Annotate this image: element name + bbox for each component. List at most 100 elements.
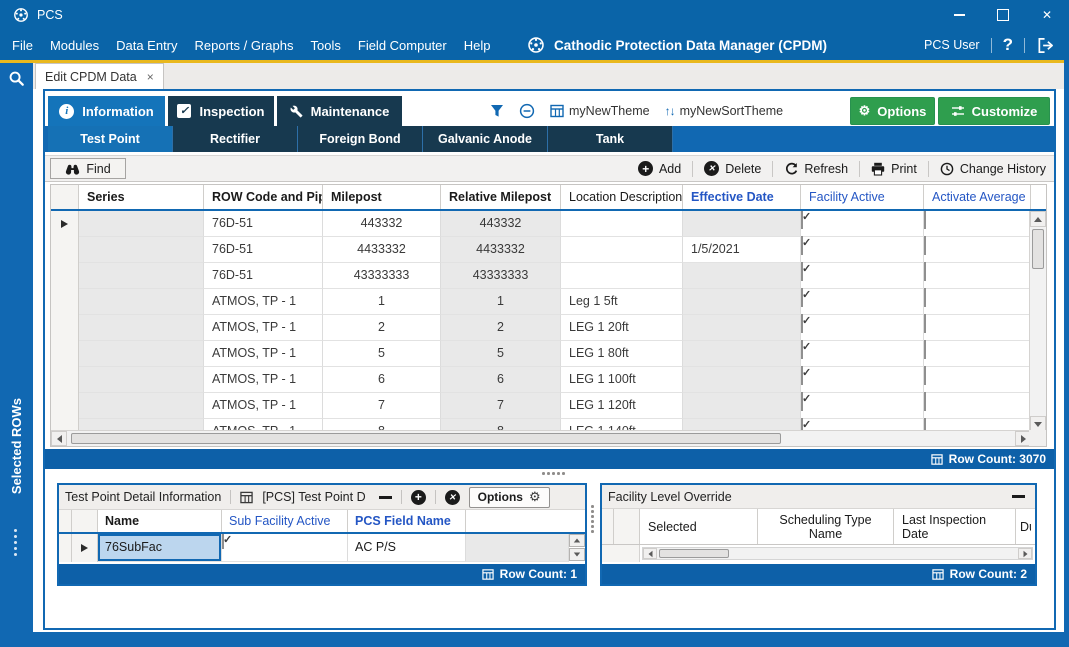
- cell-row-code[interactable]: ATMOS, TP - 1: [204, 341, 323, 367]
- cell-milepost[interactable]: 7: [323, 393, 441, 419]
- maximize-button[interactable]: [981, 0, 1025, 30]
- row-marker-cell[interactable]: [51, 341, 79, 367]
- cell-location[interactable]: LEG 1 120ft: [561, 393, 683, 419]
- facility-active-checkbox[interactable]: [801, 392, 803, 411]
- cell-location[interactable]: LEG 1 20ft: [561, 315, 683, 341]
- col-header-milepost[interactable]: Milepost: [323, 185, 441, 209]
- cell-milepost[interactable]: 5: [323, 341, 441, 367]
- table-row[interactable]: ATMOS, TP - 1 1 1 Leg 1 5ft: [51, 289, 1046, 315]
- cell-row-code[interactable]: 76D-51: [204, 211, 323, 237]
- activate-average-checkbox[interactable]: [924, 314, 926, 333]
- facility-active-checkbox[interactable]: [801, 236, 803, 255]
- scroll-up-button[interactable]: [569, 534, 585, 547]
- add-detail-button[interactable]: +: [411, 490, 426, 505]
- col-header-relative-milepost[interactable]: Relative Milepost: [441, 185, 561, 209]
- facility-active-checkbox[interactable]: [801, 314, 803, 333]
- cell-location[interactable]: LEG 1 80ft: [561, 341, 683, 367]
- menu-item-data-entry[interactable]: Data Entry: [116, 38, 177, 53]
- cell-location[interactable]: [561, 263, 683, 289]
- row-marker-cell[interactable]: [51, 367, 79, 393]
- options-button[interactable]: ⚙ Options: [850, 97, 935, 125]
- cell-milepost[interactable]: 443332: [323, 211, 441, 237]
- vertical-splitter-handle[interactable]: [591, 505, 594, 533]
- activate-average-checkbox[interactable]: [924, 340, 926, 359]
- menu-item-reports-graphs[interactable]: Reports / Graphs: [195, 38, 294, 53]
- tab-information[interactable]: Information: [48, 96, 165, 126]
- facility-active-checkbox[interactable]: [801, 211, 803, 229]
- table-row[interactable]: 76D-51 43333333 43333333: [51, 263, 1046, 289]
- col-header-location[interactable]: Location Description: [561, 185, 683, 209]
- cell-location[interactable]: [561, 237, 683, 263]
- cell-milepost[interactable]: 2: [323, 315, 441, 341]
- table-row[interactable]: ATMOS, TP - 1 5 5 LEG 1 80ft: [51, 341, 1046, 367]
- tab-inspection[interactable]: Inspection: [168, 96, 274, 126]
- table-row[interactable]: ATMOS, TP - 1 2 2 LEG 1 20ft: [51, 315, 1046, 341]
- cell-row-code[interactable]: 76D-51: [204, 237, 323, 263]
- cell-milepost[interactable]: 6: [323, 367, 441, 393]
- change-history-button[interactable]: Change History: [940, 162, 1046, 176]
- col-header-scheduling-type[interactable]: Scheduling Type Name: [758, 509, 894, 544]
- clear-filter-icon[interactable]: [519, 103, 535, 119]
- cell-effective-date[interactable]: [683, 315, 801, 341]
- facility-active-checkbox[interactable]: [801, 262, 803, 281]
- cell-relative-milepost[interactable]: 43333333: [441, 263, 561, 289]
- col-header-pcs-field-name[interactable]: PCS Field Name: [348, 510, 466, 532]
- sidebar-panel-tab[interactable]: Selected ROWs: [0, 371, 33, 521]
- tab-foreign-bond[interactable]: Foreign Bond: [298, 126, 423, 152]
- facility-active-checkbox[interactable]: [801, 288, 803, 307]
- tab-tank[interactable]: Tank: [548, 126, 673, 152]
- cell-row-code[interactable]: ATMOS, TP - 1: [204, 315, 323, 341]
- user-label[interactable]: PCS User: [924, 38, 980, 52]
- cell-relative-milepost[interactable]: 5: [441, 341, 561, 367]
- tab-rectifier[interactable]: Rectifier: [173, 126, 298, 152]
- collapse-panel-button[interactable]: [1012, 495, 1025, 498]
- tab-close-icon[interactable]: ×: [147, 70, 154, 84]
- col-header-name[interactable]: Name: [98, 510, 222, 532]
- row-marker-cell[interactable]: [51, 211, 79, 237]
- cell-milepost[interactable]: 1: [323, 289, 441, 315]
- cell-effective-date[interactable]: 1/5/2021: [683, 237, 801, 263]
- filter-icon[interactable]: [490, 104, 504, 118]
- print-button[interactable]: Print: [871, 162, 917, 176]
- activate-average-checkbox[interactable]: [924, 366, 926, 385]
- customize-button[interactable]: Customize: [938, 97, 1050, 125]
- scroll-right-button[interactable]: [1018, 548, 1032, 559]
- cell-series[interactable]: [79, 289, 204, 315]
- cell-series[interactable]: [79, 341, 204, 367]
- col-header-selected[interactable]: Selected: [640, 509, 758, 544]
- cell-series[interactable]: [79, 367, 204, 393]
- cell-row-code[interactable]: ATMOS, TP - 1: [204, 367, 323, 393]
- cell-series[interactable]: [79, 211, 204, 237]
- scroll-left-button[interactable]: [51, 431, 67, 446]
- cell-relative-milepost[interactable]: 1: [441, 289, 561, 315]
- table-row[interactable]: 76D-51 443332 443332: [51, 211, 1046, 237]
- cell-row-code[interactable]: ATMOS, TP - 1: [204, 289, 323, 315]
- grid-theme[interactable]: myNewTheme: [550, 104, 650, 118]
- row-marker-cell[interactable]: [51, 315, 79, 341]
- tab-maintenance[interactable]: Maintenance: [277, 96, 402, 126]
- activate-average-checkbox[interactable]: [924, 262, 926, 281]
- scroll-down-button[interactable]: [569, 548, 585, 561]
- col-header-truncated[interactable]: Du: [1016, 509, 1031, 544]
- cell-location[interactable]: LEG 1 100ft: [561, 367, 683, 393]
- table-row[interactable]: ATMOS, TP - 1 6 6 LEG 1 100ft: [51, 367, 1046, 393]
- cell-relative-milepost[interactable]: 2: [441, 315, 561, 341]
- col-header-last-inspection[interactable]: Last Inspection Date: [894, 509, 1016, 544]
- cell-series[interactable]: [79, 263, 204, 289]
- col-header-activate-average[interactable]: Activate Average P/: [924, 185, 1031, 209]
- cell-milepost[interactable]: 4433332: [323, 237, 441, 263]
- cell-row-code[interactable]: 76D-51: [204, 263, 323, 289]
- search-icon[interactable]: [8, 70, 25, 87]
- cell-effective-date[interactable]: [683, 367, 801, 393]
- menu-item-tools[interactable]: Tools: [311, 38, 341, 53]
- horizontal-scroll-thumb[interactable]: [659, 549, 729, 558]
- scroll-up-button[interactable]: [1030, 211, 1046, 227]
- cell-milepost[interactable]: 43333333: [323, 263, 441, 289]
- detail-options-button[interactable]: Options ⚙: [469, 487, 550, 508]
- facility-active-checkbox[interactable]: [801, 366, 803, 385]
- cell-pcs-field-name[interactable]: AC P/S: [348, 534, 466, 562]
- row-marker-cell[interactable]: [72, 534, 98, 562]
- logout-icon[interactable]: [1036, 37, 1055, 54]
- cell-relative-milepost[interactable]: 6: [441, 367, 561, 393]
- activate-average-checkbox[interactable]: [924, 236, 926, 255]
